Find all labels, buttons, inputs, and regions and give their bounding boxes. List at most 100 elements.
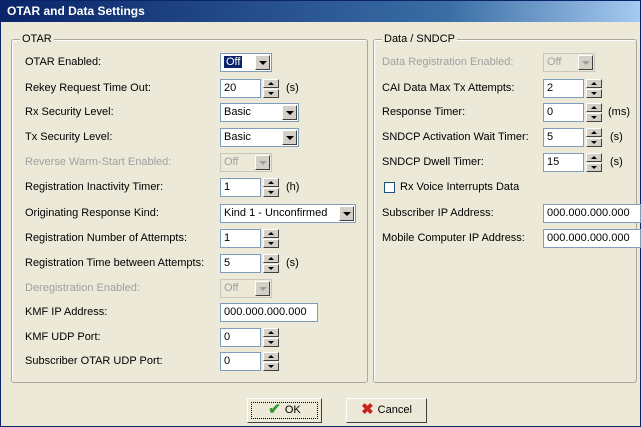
- reg-inactivity-unit: (h): [286, 181, 300, 193]
- mobile-ip-input[interactable]: 000.000.000.000: [543, 229, 641, 248]
- dereg-enabled-value: Off: [224, 282, 239, 294]
- window-title: OTAR and Data Settings: [1, 1, 640, 22]
- sub-otar-udp-spinner[interactable]: [263, 352, 279, 371]
- spin-up-icon[interactable]: [586, 128, 602, 137]
- cai-max-tx-label: CAI Data Max Tx Attempts:: [382, 82, 515, 94]
- response-timer-spinner[interactable]: [586, 103, 602, 122]
- response-timer-input[interactable]: 0: [543, 103, 584, 122]
- spin-down-icon[interactable]: [263, 338, 279, 347]
- spin-down-icon[interactable]: [263, 264, 279, 273]
- spin-down-icon[interactable]: [586, 138, 602, 147]
- rx-security-select[interactable]: Basic: [220, 103, 299, 122]
- sndcp-activation-label: SNDCP Activation Wait Timer:: [382, 131, 529, 143]
- cancel-button[interactable]: ✖ Cancel: [346, 398, 427, 423]
- spin-up-icon[interactable]: [586, 153, 602, 162]
- tx-security-select[interactable]: Basic: [220, 128, 299, 147]
- reverse-warm-start-value: Off: [224, 156, 239, 168]
- data-reg-enabled-label: Data Registration Enabled:: [382, 56, 514, 68]
- sub-otar-udp-label: Subscriber OTAR UDP Port:: [25, 355, 163, 367]
- sndcp-dwell-spinner[interactable]: [586, 153, 602, 172]
- chevron-down-icon: [255, 281, 270, 296]
- kmf-ip-label: KMF IP Address:: [25, 306, 108, 318]
- spin-up-icon[interactable]: [263, 79, 279, 88]
- spin-down-icon[interactable]: [263, 362, 279, 371]
- tx-security-value: Basic: [224, 131, 251, 143]
- kmf-udp-spinner[interactable]: [263, 328, 279, 347]
- spin-down-icon[interactable]: [586, 89, 602, 98]
- spin-up-icon[interactable]: [586, 79, 602, 88]
- reg-time-between-label: Registration Time between Attempts:: [25, 257, 205, 269]
- sndcp-activation-unit: (s): [610, 131, 623, 143]
- rx-voice-interrupts-label[interactable]: Rx Voice Interrupts Data: [400, 181, 519, 193]
- orig-response-value: Kind 1 - Unconfirmed: [224, 207, 328, 219]
- chevron-down-icon: [255, 155, 270, 170]
- kmf-udp-input[interactable]: 0: [220, 328, 261, 347]
- tx-security-label: Tx Security Level:: [25, 131, 113, 143]
- rekey-timeout-unit: (s): [286, 82, 299, 94]
- spin-up-icon[interactable]: [263, 254, 279, 263]
- data-sndcp-group-title: Data / SNDCP: [382, 33, 457, 45]
- spin-down-icon[interactable]: [586, 163, 602, 172]
- spin-up-icon[interactable]: [263, 328, 279, 337]
- kmf-udp-label: KMF UDP Port:: [25, 331, 101, 343]
- spin-down-icon[interactable]: [263, 188, 279, 197]
- reg-attempts-input[interactable]: 1: [220, 229, 261, 248]
- sndcp-dwell-input[interactable]: 15: [543, 153, 584, 172]
- data-reg-enabled-select: Off: [543, 53, 595, 72]
- sndcp-activation-spinner[interactable]: [586, 128, 602, 147]
- reg-attempts-spinner[interactable]: [263, 229, 279, 248]
- chevron-down-icon[interactable]: [255, 55, 270, 70]
- chevron-down-icon[interactable]: [282, 130, 297, 145]
- response-timer-label: Response Timer:: [382, 106, 466, 118]
- rekey-timeout-spinner[interactable]: [263, 79, 279, 98]
- sub-otar-udp-input[interactable]: 0: [220, 352, 261, 371]
- cai-max-tx-spinner[interactable]: [586, 79, 602, 98]
- spin-up-icon[interactable]: [263, 178, 279, 187]
- subscriber-ip-label: Subscriber IP Address:: [382, 207, 494, 219]
- rx-security-value: Basic: [224, 106, 251, 118]
- spin-up-icon[interactable]: [263, 229, 279, 238]
- spin-down-icon[interactable]: [586, 113, 602, 122]
- sndcp-activation-input[interactable]: 5: [543, 128, 584, 147]
- dereg-enabled-label: Deregistration Enabled:: [25, 282, 140, 294]
- cai-max-tx-input[interactable]: 2: [543, 79, 584, 98]
- otar-group-title: OTAR: [20, 33, 54, 45]
- reg-inactivity-input[interactable]: 1: [220, 178, 261, 197]
- spin-up-icon[interactable]: [263, 352, 279, 361]
- reg-inactivity-label: Registration Inactivity Timer:: [25, 181, 164, 193]
- dereg-enabled-select: Off: [220, 279, 272, 298]
- chevron-down-icon[interactable]: [282, 105, 297, 120]
- ok-button[interactable]: ✔ OK: [247, 398, 322, 423]
- data-reg-enabled-value: Off: [547, 56, 562, 68]
- reg-inactivity-spinner[interactable]: [263, 178, 279, 197]
- mobile-ip-label: Mobile Computer IP Address:: [382, 232, 525, 244]
- rx-security-label: Rx Security Level:: [25, 106, 114, 118]
- x-icon: ✖: [361, 401, 374, 419]
- cancel-button-label: Cancel: [377, 404, 412, 416]
- reg-time-between-spinner[interactable]: [263, 254, 279, 273]
- rekey-timeout-label: Rekey Request Time Out:: [25, 82, 151, 94]
- focus-ring: [251, 402, 318, 419]
- spin-down-icon[interactable]: [263, 89, 279, 98]
- reverse-warm-start-select: Off: [220, 153, 272, 172]
- orig-response-label: Originating Response Kind:: [25, 207, 159, 219]
- rekey-timeout-input[interactable]: 20: [220, 79, 261, 98]
- chevron-down-icon[interactable]: [339, 206, 354, 221]
- sndcp-dwell-label: SNDCP Dwell Timer:: [382, 156, 484, 168]
- response-timer-unit: (ms): [608, 106, 630, 118]
- kmf-ip-input[interactable]: 000.000.000.000: [220, 303, 318, 322]
- chevron-down-icon: [578, 55, 593, 70]
- subscriber-ip-input[interactable]: 000.000.000.000: [543, 204, 641, 223]
- otar-enabled-select[interactable]: Off: [220, 53, 272, 72]
- reg-time-between-input[interactable]: 5: [220, 254, 261, 273]
- spin-down-icon[interactable]: [263, 239, 279, 248]
- rx-voice-interrupts-checkbox[interactable]: [384, 182, 395, 193]
- spin-up-icon[interactable]: [586, 103, 602, 112]
- sndcp-dwell-unit: (s): [610, 156, 623, 168]
- reg-attempts-label: Registration Number of Attempts:: [25, 232, 188, 244]
- otar-enabled-value: Off: [224, 56, 243, 68]
- reg-time-between-unit: (s): [286, 257, 299, 269]
- otar-enabled-label: OTAR Enabled:: [25, 56, 102, 68]
- orig-response-select[interactable]: Kind 1 - Unconfirmed: [220, 204, 356, 223]
- reverse-warm-start-label: Reverse Warm-Start Enabled:: [25, 156, 172, 168]
